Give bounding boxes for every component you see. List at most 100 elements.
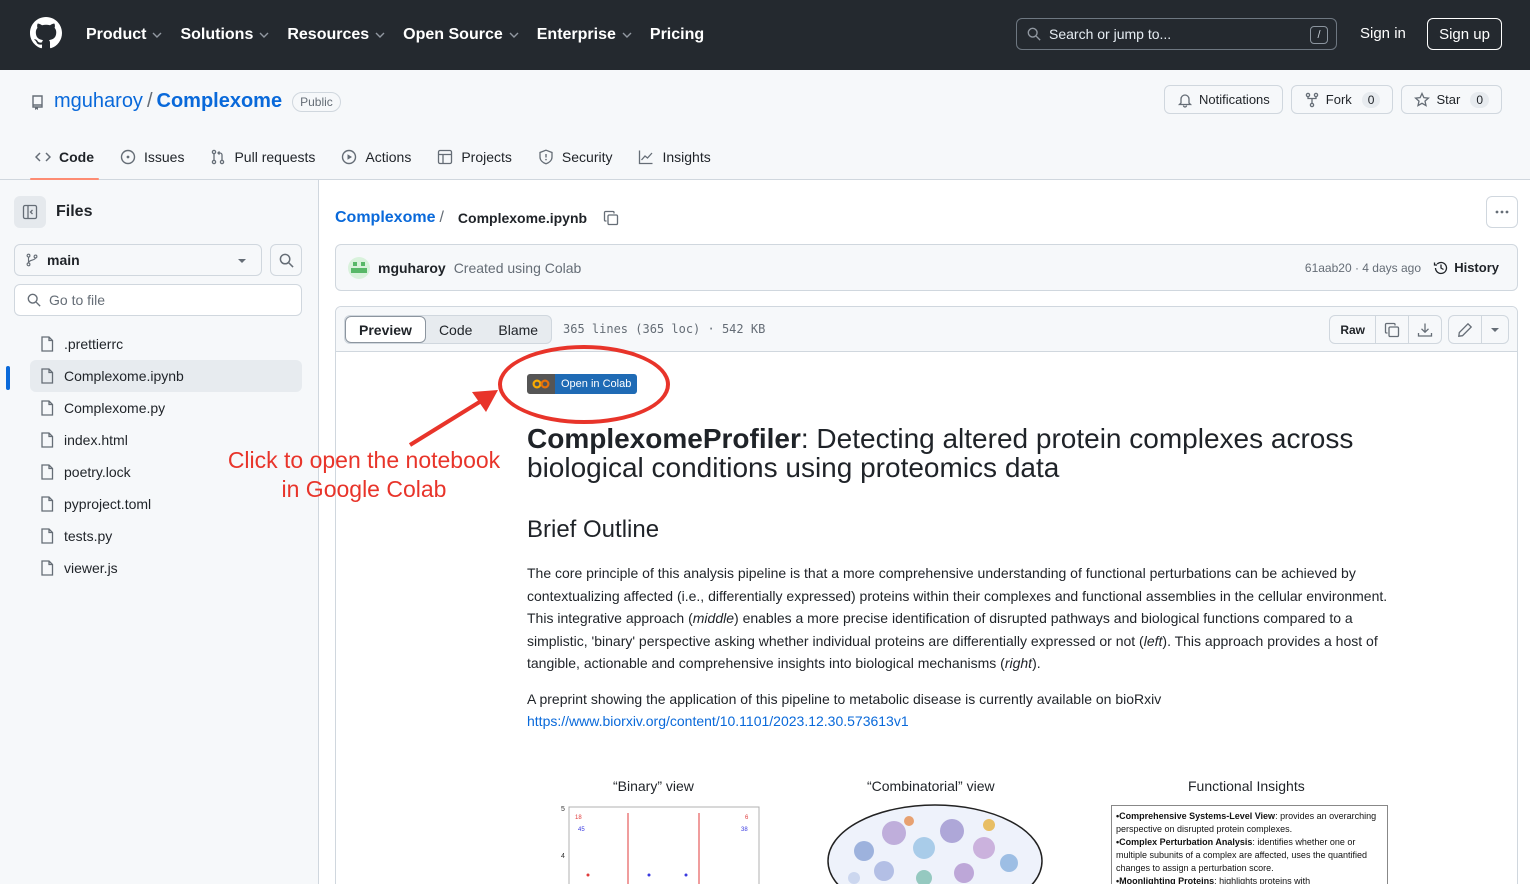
nav-label: Pricing (649, 26, 705, 43)
nav-enterprise[interactable]: Enterprise (537, 26, 632, 44)
search-input[interactable]: Search or jump to... / (1016, 18, 1337, 50)
tab-projects[interactable]: Projects (424, 133, 525, 180)
edit-dropdown-button[interactable] (1482, 316, 1508, 343)
plot-point (647, 873, 651, 877)
file-icon (41, 400, 54, 416)
insight-bold: •Moonlighting Proteins (1116, 876, 1215, 884)
tab-code[interactable]: Code (22, 133, 107, 180)
sign-up-button[interactable]: Sign up (1427, 18, 1502, 50)
tab-actions[interactable]: Actions (328, 133, 424, 180)
repo-owner-link[interactable]: mguharoy (54, 90, 143, 113)
nav-solutions[interactable]: Solutions (180, 26, 269, 44)
tab-label: Projects (461, 148, 512, 165)
fork-button[interactable]: Fork 0 (1290, 85, 1394, 114)
github-logo-icon[interactable] (30, 17, 62, 49)
annotation-text: Click to open the notebook in Google Col… (214, 446, 514, 504)
visibility-badge: Public (292, 91, 341, 112)
nav-pricing[interactable]: Pricing (650, 26, 704, 44)
commit-author-link[interactable]: mguharoy (378, 260, 446, 276)
more-options-button[interactable] (1486, 196, 1518, 228)
edit-button[interactable] (1449, 316, 1482, 343)
outline-heading: Brief Outline (527, 516, 660, 543)
nav-resources[interactable]: Resources (287, 26, 385, 44)
pull-request-icon (212, 149, 225, 164)
repo-title-separator: / (146, 90, 153, 112)
nav-label: Enterprise (536, 26, 616, 43)
pencil-icon (1458, 322, 1473, 337)
raw-copy-download-group: Raw (1329, 315, 1442, 344)
download-button[interactable] (1409, 316, 1441, 343)
file-icon (41, 528, 54, 544)
file-icon (41, 336, 54, 352)
code-tab[interactable]: Code (426, 316, 485, 343)
tab-security[interactable]: Security (525, 133, 626, 180)
title-bold: ComplexomeProfiler (527, 423, 801, 454)
star-button[interactable]: Star 0 (1401, 85, 1502, 114)
commit-meta[interactable]: 61aab20 · 4 days ago (1305, 261, 1421, 275)
blame-tab[interactable]: Blame (485, 316, 551, 343)
view-mode-switch: Preview Code Blame (344, 315, 553, 344)
copy-raw-button[interactable] (1376, 316, 1409, 343)
file-item-tests-py[interactable]: tests.py (30, 520, 302, 552)
file-name: poetry.lock (64, 464, 131, 480)
raw-button[interactable]: Raw (1330, 316, 1376, 343)
nav-product[interactable]: Product (86, 26, 162, 44)
collapse-sidebar-button[interactable] (14, 196, 46, 228)
play-circle-icon (342, 149, 357, 164)
file-icon (41, 464, 54, 480)
file-item-complexome-ipynb[interactable]: Complexome.ipynb (30, 360, 302, 392)
nav-label: Product (86, 26, 147, 43)
caret-down-icon (238, 259, 246, 263)
breadcrumb-repo-link[interactable]: Complexome (335, 209, 435, 227)
tab-insights[interactable]: Insights (625, 133, 723, 180)
plot-annotation: 18 (575, 815, 582, 821)
search-files-button[interactable] (270, 244, 302, 276)
file-name: Complexome.py (64, 400, 166, 416)
file-name: viewer.js (64, 560, 118, 576)
repo-name-link[interactable]: Complexome (157, 90, 283, 113)
plot-point (586, 873, 590, 877)
para-emphasis: left (1143, 632, 1163, 649)
insight-item: •Complex Perturbation Analysis: identifi… (1116, 836, 1383, 875)
commit-message-link[interactable]: Created using Colab (454, 260, 582, 276)
code-icon (35, 151, 51, 162)
search-shortcut-key: / (1310, 26, 1328, 44)
preprint-link[interactable]: https://www.biorxiv.org/content/10.1101/… (527, 710, 1407, 733)
figure-label-combinatorial: “Combinatorial” view (867, 778, 995, 794)
preview-tab[interactable]: Preview (345, 316, 426, 343)
file-icon (41, 368, 54, 384)
history-button[interactable]: History (1433, 260, 1499, 276)
breadcrumb: Complexome / Complexome.ipynb (335, 202, 619, 234)
avatar[interactable] (348, 256, 370, 279)
search-icon (279, 253, 294, 268)
sign-in-link[interactable]: Sign in (1360, 25, 1406, 42)
figure-label-binary: “Binary” view (613, 778, 694, 794)
bell-icon (1177, 93, 1193, 108)
tab-label: Insights (662, 148, 711, 165)
tab-issues[interactable]: Issues (107, 133, 197, 180)
file-name: .prettierrc (64, 336, 124, 352)
plot-annotation: 38 (741, 827, 748, 833)
plot-point (684, 873, 688, 877)
binary-view-plot: 5 4 18 45 6 38 (561, 806, 760, 884)
chevron-down-icon (509, 32, 519, 38)
file-item-viewer-js[interactable]: viewer.js (30, 552, 302, 584)
kebab-horizontal-icon (1495, 210, 1509, 214)
insight-bold: •Comprehensive Systems-Level View (1116, 811, 1276, 821)
nav-open-source[interactable]: Open Source (403, 26, 519, 44)
repo-actions: Notifications Fork 0 Star 0 (1163, 85, 1502, 114)
active-file-marker (6, 366, 10, 390)
tab-pull-requests[interactable]: Pull requests (197, 133, 328, 180)
sidebar-collapse-icon (22, 204, 38, 220)
branch-selector[interactable]: main (14, 244, 262, 276)
go-to-file-input[interactable]: Go to file (14, 284, 302, 316)
notifications-button[interactable]: Notifications (1163, 85, 1283, 114)
star-count: 0 (1470, 91, 1489, 108)
tab-label: Issues (144, 148, 185, 165)
chevron-down-icon (259, 32, 269, 38)
preprint-text: A preprint showing the application of th… (527, 690, 1162, 707)
notifications-label: Notifications (1198, 92, 1270, 107)
file-item-prettierrc[interactable]: .prettierrc (30, 328, 302, 360)
file-item-complexome-py[interactable]: Complexome.py (30, 392, 302, 424)
copy-icon[interactable] (603, 210, 619, 226)
